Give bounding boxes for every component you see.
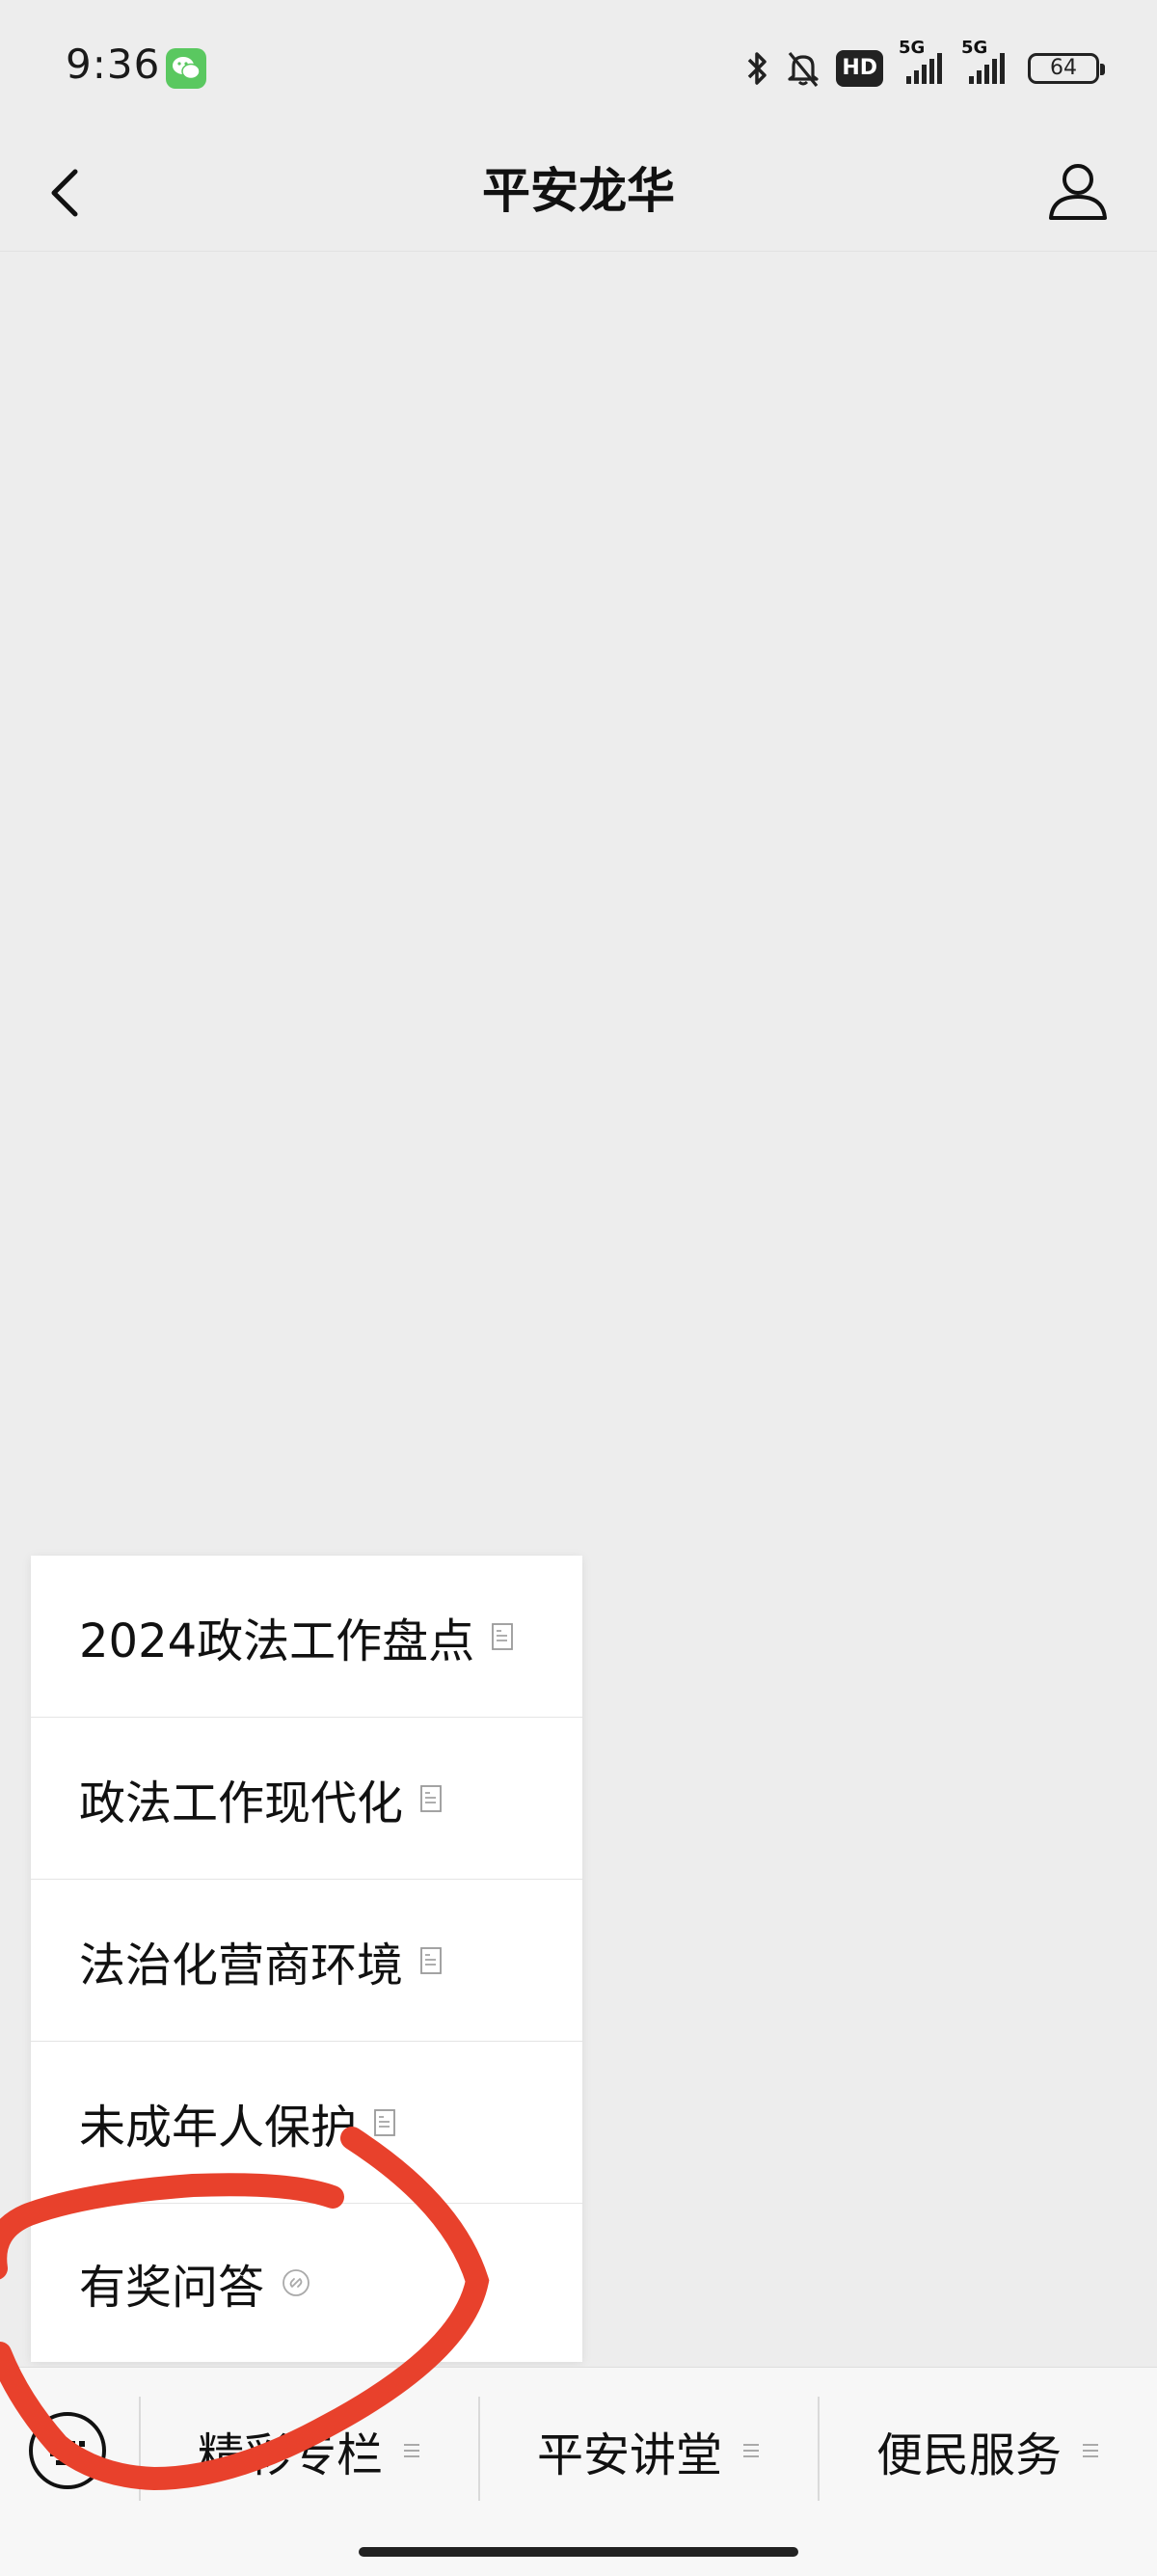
submenu-item-label: 有奖问答 <box>79 2261 265 2315</box>
keyboard-icon <box>50 2441 85 2465</box>
page-title: 平安龙华 <box>482 163 675 219</box>
document-icon <box>420 1784 442 1812</box>
menu-lines-icon <box>404 2444 419 2457</box>
profile-button[interactable] <box>1039 152 1117 230</box>
mini-program-link-icon <box>283 2269 309 2296</box>
bottom-menu-bar: 精彩专栏 平安讲堂 便民服务 <box>0 2367 1157 2576</box>
submenu-item-label: 2024政法工作盘点 <box>79 1613 475 1668</box>
network-type-label: 5G <box>899 38 926 58</box>
tab-safety-lectures[interactable]: 平安讲堂 <box>480 2406 818 2495</box>
home-indicator[interactable] <box>359 2547 798 2557</box>
signal-icon: 5G <box>961 38 1005 84</box>
keyboard-toggle-button[interactable] <box>29 2412 106 2489</box>
submenu-item[interactable]: 政法工作现代化 <box>31 1718 582 1880</box>
bluetooth-icon <box>748 52 767 85</box>
document-icon <box>374 2108 395 2136</box>
submenu-item-label: 未成年人保护 <box>79 2100 358 2155</box>
wechat-icon <box>166 48 206 89</box>
menu-lines-icon <box>1083 2444 1098 2457</box>
submenu-item-label: 政法工作现代化 <box>79 1776 404 1830</box>
title-bar: 平安龙华 <box>0 135 1157 252</box>
status-bar: 9:36 HD 5G 5G 64 <box>0 0 1157 135</box>
signal-icon: 5G <box>899 38 942 84</box>
status-time: 9:36 <box>66 41 161 88</box>
submenu-item[interactable]: 未成年人保护 <box>31 2042 582 2204</box>
hd-icon: HD <box>836 50 883 87</box>
battery-icon: 64 <box>1028 53 1105 84</box>
menu-lines-icon <box>743 2444 759 2457</box>
tab-public-services[interactable]: 便民服务 <box>820 2406 1157 2495</box>
tab-label: 便民服务 <box>875 2428 1062 2482</box>
submenu-item-quiz[interactable]: 有奖问答 <box>31 2204 582 2362</box>
submenu-popup: 2024政法工作盘点 政法工作现代化 法治化营商环境 未成年人保护 有奖问答 <box>31 1556 582 2362</box>
tab-label: 精彩专栏 <box>197 2428 383 2482</box>
document-icon <box>492 1622 514 1650</box>
submenu-item-label: 法治化营商环境 <box>79 1938 404 1993</box>
mute-bell-icon <box>788 51 819 88</box>
status-icons: HD 5G 5G 64 <box>745 38 1105 91</box>
user-icon <box>1049 164 1107 220</box>
tab-featured-columns[interactable]: 精彩专栏 <box>141 2406 478 2495</box>
document-icon <box>420 1946 442 1974</box>
network-type-label: 5G <box>961 38 988 58</box>
submenu-item[interactable]: 法治化营商环境 <box>31 1880 582 2042</box>
submenu-item[interactable]: 2024政法工作盘点 <box>31 1556 582 1718</box>
tab-label: 平安讲堂 <box>536 2428 722 2482</box>
